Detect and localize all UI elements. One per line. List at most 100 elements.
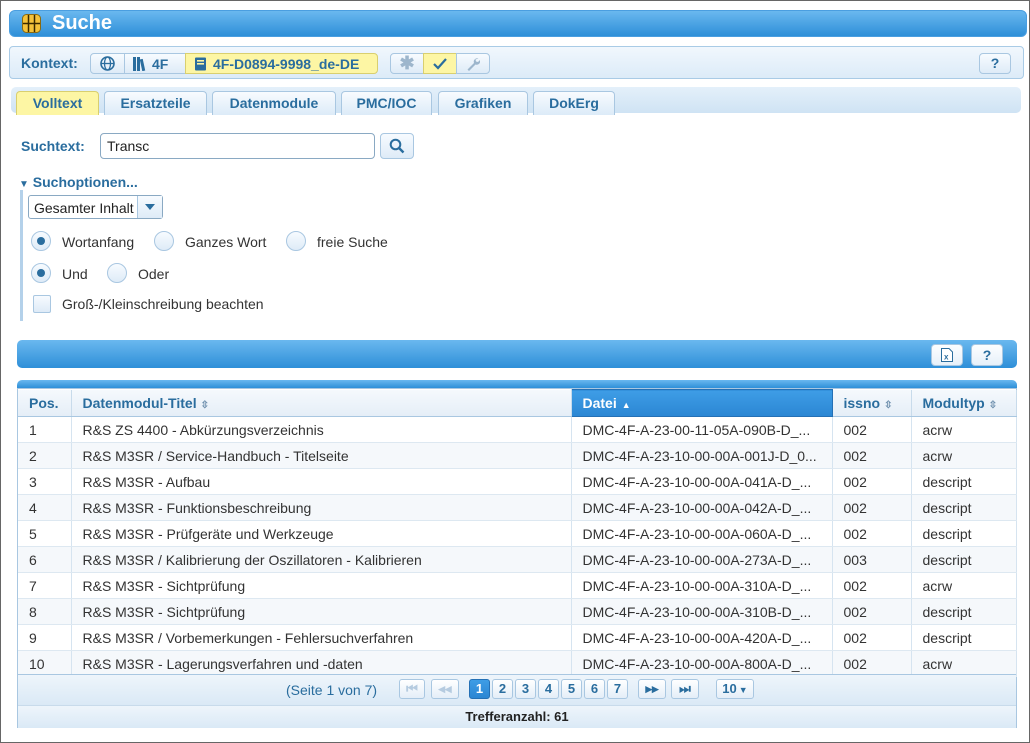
app-window: Suche Kontext: 4F 4F-D0894-9998_de-DE ✱ … xyxy=(0,0,1030,743)
cell-pos: 3 xyxy=(18,468,72,495)
sort-icon: ⇳ xyxy=(988,399,998,411)
hit-count: Trefferanzahl: 61 xyxy=(18,705,1016,728)
excel-export-button[interactable]: x xyxy=(931,344,963,366)
column-header-datei-label: Datei xyxy=(582,395,617,411)
radio-oder[interactable] xyxy=(107,263,127,283)
results-body: 1 R&S ZS 4400 - Abkürzungsverzeichnis DMC-… xyxy=(18,416,1017,677)
cell-modultyp: acrw xyxy=(911,442,1017,469)
context-document-button[interactable]: 4F-D0894-9998_de-DE xyxy=(185,53,378,74)
chevron-down-icon: ▼ xyxy=(738,685,748,695)
cell-datei: DMC-4F-A-23-10-00-00A-310A-D_... xyxy=(571,572,833,599)
cell-datei: DMC-4F-A-23-10-00-00A-800A-D_... xyxy=(571,650,833,677)
table-row[interactable]: 3 R&S M3SR - Aufbau DMC-4F-A-23-10-00-00A-… xyxy=(18,468,1017,495)
search-icon xyxy=(389,138,405,154)
table-row[interactable]: 2 R&S M3SR / Service-Handbuch - Titelseit… xyxy=(18,442,1017,469)
cell-issno: 002 xyxy=(832,416,912,443)
column-header-issno[interactable]: issno ⇳ xyxy=(832,389,912,417)
grid-top-bar xyxy=(17,380,1017,388)
asterisk-icon: ✱ xyxy=(399,53,415,73)
radio-wortanfang[interactable] xyxy=(31,231,51,251)
page-button-4[interactable]: 4 xyxy=(538,679,559,699)
scope-select[interactable]: Gesamter Inhalt xyxy=(28,195,163,219)
table-row[interactable]: 10 R&S M3SR - Lagerungsverfahren und -dat… xyxy=(18,650,1017,677)
table-row[interactable]: 9 R&S M3SR / Vorbemerkungen - Fehlersuchv… xyxy=(18,624,1017,651)
column-header-datei[interactable]: Datei ▲ xyxy=(570,389,833,417)
page-button-3[interactable]: 3 xyxy=(515,679,536,699)
dropdown-arrow[interactable] xyxy=(137,196,162,218)
search-input[interactable] xyxy=(100,133,375,159)
radio-und[interactable] xyxy=(31,263,51,283)
radio-wortanfang-label: Wortanfang xyxy=(62,234,135,250)
tab-dokerg[interactable]: DokErg xyxy=(533,91,615,115)
triangle-down-icon: ▼ xyxy=(19,179,29,190)
search-button[interactable] xyxy=(380,133,414,159)
cell-datei: DMC-4F-A-23-10-00-00A-042A-D_... xyxy=(571,494,833,521)
cell-title: R&S M3SR - Sichtprüfung xyxy=(71,572,572,599)
sort-icon: ⇳ xyxy=(200,399,209,411)
tab-volltext[interactable]: Volltext xyxy=(16,91,99,115)
radio-ganzes-wort[interactable] xyxy=(154,231,174,251)
radio-freie-suche[interactable] xyxy=(286,231,306,251)
column-header-title[interactable]: Datenmodul-Titel ⇳ xyxy=(71,389,572,417)
tab-datenmodule[interactable]: Datenmodule xyxy=(212,91,336,115)
page-button-1[interactable]: 1 xyxy=(469,679,490,699)
column-header-pos[interactable]: Pos. xyxy=(18,389,72,417)
cell-modultyp: acrw xyxy=(911,572,1017,599)
context-4f-button[interactable]: 4F xyxy=(124,53,186,74)
book-icon xyxy=(195,57,206,70)
cell-issno: 002 xyxy=(832,468,912,495)
cell-modultyp: descript xyxy=(911,494,1017,521)
cell-pos: 6 xyxy=(18,546,72,573)
cell-datei: DMC-4F-A-23-10-00-00A-273A-D_... xyxy=(571,546,833,573)
results-grid: Pos. Datenmodul-Titel ⇳ Datei ▲ issno ⇳ Mod… xyxy=(17,388,1017,728)
tab-grafiken[interactable]: Grafiken xyxy=(438,91,528,115)
case-sensitive-checkbox[interactable] xyxy=(33,295,51,313)
cell-issno: 002 xyxy=(832,624,912,651)
results-help-button[interactable]: ? xyxy=(971,344,1003,366)
table-row[interactable]: 6 R&S M3SR / Kalibrierung der Oszillatore… xyxy=(18,546,1017,573)
table-row[interactable]: 8 R&S M3SR - Sichtprüfung DMC-4F-A-23-10-0… xyxy=(18,598,1017,625)
page-button-2[interactable]: 2 xyxy=(492,679,513,699)
radio-ganzes-wort-label: Ganzes Wort xyxy=(185,234,267,250)
prev-page-button[interactable]: ◂◂ xyxy=(431,679,459,699)
cell-issno: 002 xyxy=(832,520,912,547)
cell-datei: DMC-4F-A-23-10-00-00A-420A-D_... xyxy=(571,624,833,651)
asterisk-button[interactable]: ✱ xyxy=(390,53,424,74)
table-row[interactable]: 7 R&S M3SR - Sichtprüfung DMC-4F-A-23-10-0… xyxy=(18,572,1017,599)
wrench-button[interactable] xyxy=(456,53,490,74)
next-page-button[interactable]: ▸▸ xyxy=(638,679,666,699)
cell-issno: 002 xyxy=(832,572,912,599)
column-header-modultyp[interactable]: Modultyp ⇳ xyxy=(911,389,1017,417)
page-size-select[interactable]: 10 ▼ xyxy=(716,679,754,699)
search-options-toggle[interactable]: ▼ Suchoptionen... xyxy=(19,174,138,190)
sort-icon: ⇳ xyxy=(884,399,893,411)
cell-modultyp: acrw xyxy=(911,650,1017,677)
cell-pos: 2 xyxy=(18,442,72,469)
library-icon xyxy=(133,57,146,71)
cell-title: R&S M3SR - Prüfgeräte und Werkzeuge xyxy=(71,520,572,547)
search-text-label: Suchtext: xyxy=(21,138,85,154)
cell-issno: 002 xyxy=(832,598,912,625)
confirm-button[interactable] xyxy=(423,53,457,74)
page-button-7[interactable]: 7 xyxy=(607,679,628,699)
page-title: Suche xyxy=(52,12,113,34)
first-page-button[interactable]: ⏮ xyxy=(399,679,425,699)
context-help-button[interactable]: ? xyxy=(979,53,1011,74)
table-row[interactable]: 1 R&S ZS 4400 - Abkürzungsverzeichnis DMC-… xyxy=(18,416,1017,443)
table-row[interactable]: 5 R&S M3SR - Prüfgeräte und Werkzeuge DMC-… xyxy=(18,520,1017,547)
cell-title: R&S M3SR - Sichtprüfung xyxy=(71,598,572,625)
table-row[interactable]: 4 R&S M3SR - Funktionsbeschreibung DMC-4F-… xyxy=(18,494,1017,521)
cell-modultyp: descript xyxy=(911,598,1017,625)
pager: (Seite 1 von 7) ⏮ ◂◂ 1 2 3 4 5 6 7 ▸▸ ⏭ … xyxy=(18,674,1016,705)
tab-ersatzteile[interactable]: Ersatzteile xyxy=(104,91,207,115)
page-size-value: 10 xyxy=(722,681,737,696)
tab-pmc-ioc[interactable]: PMC/IOC xyxy=(341,91,432,115)
page-button-5[interactable]: 5 xyxy=(561,679,582,699)
last-page-button[interactable]: ⏭ xyxy=(671,679,699,699)
radio-und-label: Und xyxy=(62,266,88,282)
globe-button[interactable] xyxy=(90,53,125,74)
search-options-label: Suchoptionen... xyxy=(32,174,138,190)
cell-datei: DMC-4F-A-23-10-00-00A-310B-D_... xyxy=(571,598,833,625)
page-button-6[interactable]: 6 xyxy=(584,679,605,699)
cell-datei: DMC-4F-A-23-10-00-00A-041A-D_... xyxy=(571,468,833,495)
